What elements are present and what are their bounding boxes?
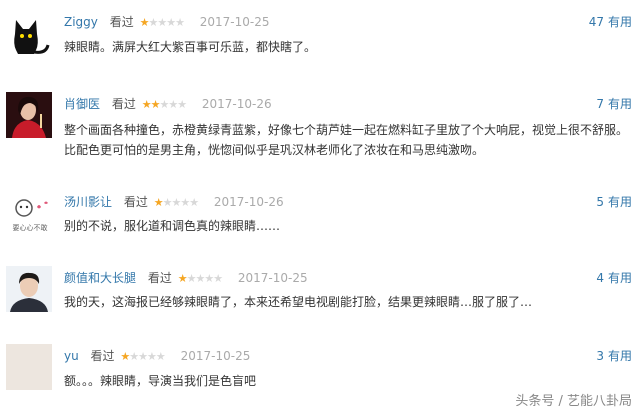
star-empty-icon: ★: [180, 196, 190, 209]
star-empty-icon: ★: [155, 350, 166, 363]
avatar[interactable]: [6, 266, 52, 312]
review-content: 别的不说，服化道和调色真的辣眼睛……: [64, 216, 624, 236]
watched-label: 看过: [147, 271, 172, 285]
star-empty-icon: ★: [129, 350, 139, 363]
review-content: 整个画面各种撞色，赤橙黄绿青蓝紫，好像七个葫芦娃一起在燃料缸子里放了个大响屁，视…: [64, 120, 636, 160]
star-rating: ★★★★★: [177, 270, 223, 288]
watched-label: 看过: [109, 15, 134, 29]
watched-label: 看过: [90, 349, 115, 363]
star-filled-icon: ★: [120, 350, 130, 363]
star-rating: ★★★★★: [141, 96, 187, 114]
useful-vote[interactable]: 5 有用: [596, 193, 632, 211]
star-empty-icon: ★: [177, 98, 187, 111]
useful-vote[interactable]: 7 有用: [596, 95, 632, 113]
watched-label: 看过: [111, 97, 136, 111]
reviewer-name[interactable]: 汤川影让: [64, 195, 112, 209]
useful-count: 7: [596, 97, 604, 111]
review-date: 2017-10-25: [199, 15, 270, 29]
star-empty-icon: ★: [168, 98, 178, 111]
useful-count: 47: [588, 15, 604, 29]
reviewer-name[interactable]: Ziggy: [64, 15, 98, 29]
watermark-text: 头条号 / 艺能八卦局: [515, 394, 632, 409]
useful-vote[interactable]: 47 有用: [589, 13, 632, 31]
useful-label: 有用: [607, 195, 632, 209]
review-content: 额。。。辣眼睛，导演当我们是色盲吧: [64, 371, 624, 391]
woman-avatar-image: [6, 92, 52, 138]
review-content: 我的天，这海报已经够辣眼睛了，本来还希望电视剧能打脸，结果更辣眼睛…服了服了…: [64, 292, 634, 312]
useful-count: 5: [596, 195, 604, 209]
avatar[interactable]: [6, 12, 52, 58]
review-meta: Ziggy 看过 ★★★★★ 2017-10-25: [64, 13, 270, 31]
review-text-line: 辣眼睛。满屏大红大紫百事可乐蓝，都快瞎了。: [64, 40, 317, 54]
star-empty-icon: ★: [148, 16, 158, 29]
star-rating: ★★★★★: [120, 348, 166, 366]
useful-label: 有用: [607, 271, 632, 285]
review-text-line: 我的天，这海报已经够辣眼睛了，本来还希望电视剧能打脸，结果更辣眼睛…服了服了…: [64, 295, 533, 309]
star-empty-icon: ★: [138, 350, 148, 363]
review-date: 2017-10-25: [180, 349, 251, 363]
review-text-line: 额。。。辣眼睛，导演当我们是色盲吧: [64, 374, 257, 388]
watched-label: 看过: [123, 195, 148, 209]
star-filled-icon: ★: [153, 196, 164, 209]
review-date: 2017-10-25: [237, 271, 308, 285]
review-text-line: 别的不说，服化道和调色真的辣眼睛……: [64, 219, 281, 233]
review-meta: 颜值和大长腿 看过 ★★★★★ 2017-10-25: [64, 269, 308, 287]
blank-avatar-image: [6, 344, 52, 390]
review-date: 2017-10-26: [201, 97, 272, 111]
useful-vote[interactable]: 4 有用: [596, 269, 632, 287]
star-rating: ★★★★★: [140, 14, 185, 32]
star-rating: ★★★★★: [153, 194, 199, 212]
avatar[interactable]: [6, 92, 52, 138]
reviewer-name[interactable]: 肖御医: [64, 97, 100, 111]
review-text-line: 整个画面各种撞色，赤橙黄绿青蓝紫，好像七个葫芦娃一起在燃料缸子里放了个大响屁，视…: [64, 123, 629, 137]
reviewer-name[interactable]: yu: [64, 349, 79, 363]
cat-avatar-image: [6, 12, 52, 58]
avatar-caption: 要心心不敢: [12, 224, 48, 232]
star-empty-icon: ★: [171, 196, 181, 209]
star-empty-icon: ★: [166, 16, 176, 29]
useful-label: 有用: [607, 97, 632, 111]
star-empty-icon: ★: [175, 16, 185, 29]
star-empty-icon: ★: [157, 16, 167, 29]
review-text-line: 比配色更可怕的是男主角，恍惚间似乎是巩汉林老师化了浓妆在和马思纯激吻。: [64, 143, 485, 157]
review-content: 辣眼睛。满屏大红大紫百事可乐蓝，都快瞎了。: [64, 37, 624, 57]
star-filled-icon: ★: [177, 272, 188, 285]
review-meta: 汤川影让 看过 ★★★★★ 2017-10-26: [64, 193, 284, 211]
star-empty-icon: ★: [213, 272, 223, 285]
review-item: 颜值和大长腿 看过 ★★★★★ 2017-10-25 4 有用 我的天，这海报已经…: [0, 262, 640, 332]
review-item: 肖御医 看过 ★★★★★ 2017-10-26 7 有用 整个画面各种撞色，赤橙黄…: [0, 88, 640, 178]
star-empty-icon: ★: [189, 196, 199, 209]
useful-label: 有用: [607, 349, 632, 363]
useful-count: 4: [596, 271, 604, 285]
review-item: Ziggy 看过 ★★★★★ 2017-10-25 47 有用 辣眼睛。满屏大红大…: [0, 0, 640, 75]
star-empty-icon: ★: [147, 350, 157, 363]
star-filled-icon: ★: [141, 98, 152, 111]
useful-label: 有用: [607, 15, 632, 29]
avatar[interactable]: 要心心不敢: [6, 191, 54, 237]
reviewer-name[interactable]: 颜值和大长腿: [64, 271, 136, 285]
review-date: 2017-10-26: [213, 195, 284, 209]
review-meta: yu 看过 ★★★★★ 2017-10-25: [64, 347, 250, 365]
man-avatar-image: [6, 266, 52, 312]
useful-count: 3: [596, 349, 604, 363]
review-meta: 肖御医 看过 ★★★★★ 2017-10-26: [64, 95, 272, 113]
avatar[interactable]: [6, 344, 52, 390]
star-empty-icon: ★: [159, 98, 169, 111]
star-empty-icon: ★: [204, 272, 214, 285]
useful-vote[interactable]: 3 有用: [596, 347, 632, 365]
review-item: 要心心不敢 汤川影让 看过 ★★★★★ 2017-10-26 5 有用 别的不说，…: [0, 185, 640, 250]
star-empty-icon: ★: [195, 272, 205, 285]
